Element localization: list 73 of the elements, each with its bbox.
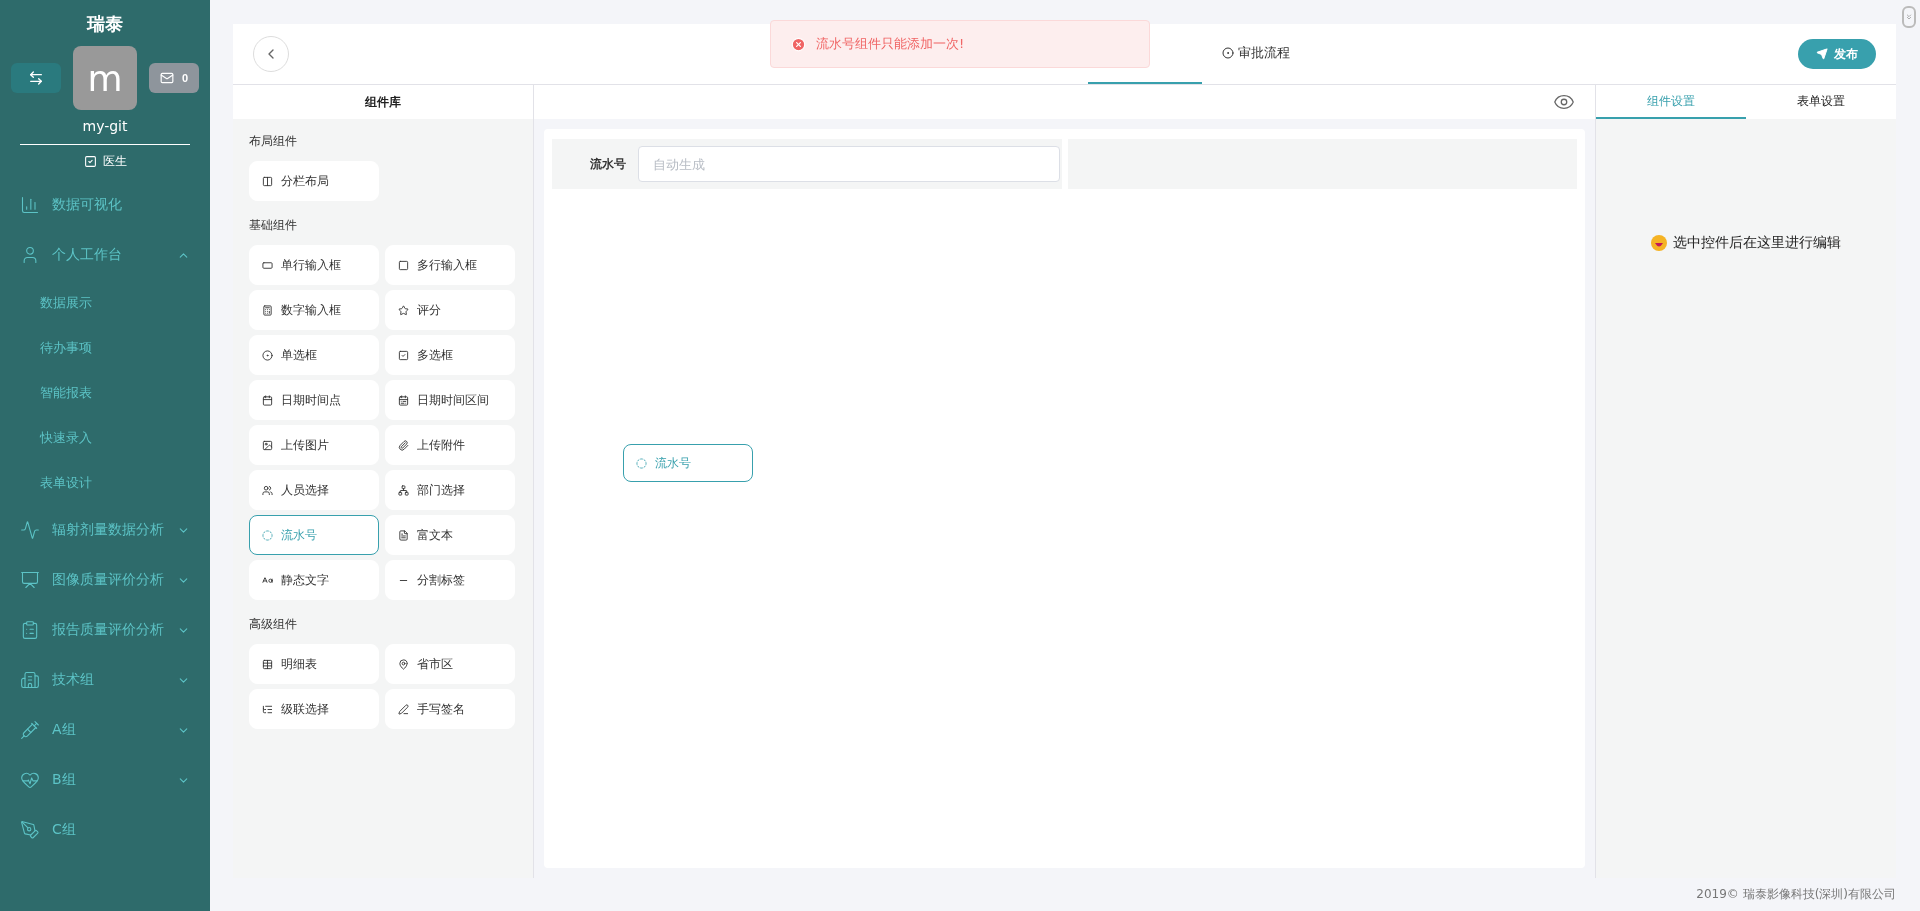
field-label: 流水号: [589, 155, 626, 173]
component-item[interactable]: 明细表: [249, 644, 379, 684]
menu-icon: [20, 620, 40, 640]
menu-icon: [20, 670, 40, 690]
component-icon: [262, 259, 273, 271]
component-icon: [398, 394, 409, 406]
component-item[interactable]: 数字输入框: [249, 290, 379, 330]
component-icon: [262, 349, 273, 361]
component-item[interactable]: 静态文字: [249, 560, 379, 600]
footer-text: 2019© 瑞泰影像科技(深圳)有限公司: [1695, 886, 1896, 903]
component-icon: [262, 304, 273, 316]
error-icon: [791, 36, 806, 52]
component-icon: [398, 703, 409, 715]
component-item[interactable]: 多选框: [385, 335, 515, 375]
component-item[interactable]: 单行输入框: [249, 245, 379, 285]
component-item[interactable]: 单选框: [249, 335, 379, 375]
component-item[interactable]: 级联选择: [249, 689, 379, 729]
component-icon: [398, 259, 409, 271]
scroll-icon: [1905, 13, 1913, 21]
menu-icon: [20, 195, 40, 215]
username: my-git: [20, 118, 190, 145]
menu-icon: [20, 820, 40, 840]
component-icon: [398, 529, 409, 541]
component-item[interactable]: 省市区: [385, 644, 515, 684]
component-item[interactable]: 分栏布局: [249, 161, 379, 201]
input-field[interactable]: 自动生成: [638, 146, 1060, 182]
section-title: 高级组件: [249, 616, 298, 633]
menu-icon: [20, 520, 40, 540]
toast-message: 流水号组件只能添加一次!: [816, 35, 965, 53]
role-label: 医生: [102, 153, 127, 170]
brand-title: 瑞泰: [87, 12, 123, 36]
settings-tab[interactable]: 表单设置: [1746, 85, 1896, 119]
component-item[interactable]: 多行输入框: [385, 245, 515, 285]
component-icon: [398, 658, 409, 670]
component-item[interactable]: 人员选择: [249, 470, 379, 510]
emoji-icon: [1651, 235, 1667, 251]
component-item[interactable]: 手写签名: [385, 689, 515, 729]
component-item[interactable]: 日期时间点: [249, 380, 379, 420]
menu-icon: [20, 570, 40, 590]
switch-button[interactable]: [11, 63, 61, 93]
component-item[interactable]: 富文本: [385, 515, 515, 555]
avatar: m: [73, 46, 137, 110]
component-item[interactable]: 日期时间区间: [385, 380, 515, 420]
swap-icon: [28, 70, 44, 86]
section-title: 布局组件: [249, 133, 298, 150]
step-tab[interactable]: 审批流程: [1201, 24, 1310, 84]
component-icon: [262, 175, 273, 187]
component-icon: [262, 529, 273, 541]
component-item[interactable]: 上传附件: [385, 425, 515, 465]
component-icon: [262, 484, 273, 496]
panel-title: 组件库: [233, 85, 533, 119]
section-title: 基础组件: [249, 217, 298, 234]
mail-icon: [159, 71, 174, 85]
component-icon: [636, 457, 647, 469]
component-icon: [398, 349, 409, 361]
component-item[interactable]: 部门选择: [385, 470, 515, 510]
menu-icon: [20, 770, 40, 790]
role-icon: [83, 155, 97, 168]
component-icon: [262, 439, 273, 451]
component-icon: [398, 484, 409, 496]
component-item[interactable]: 分割标签: [385, 560, 515, 600]
component-icon: [262, 703, 273, 715]
menu-icon: [20, 720, 40, 740]
step-icon: [1221, 47, 1234, 59]
component-item[interactable]: 上传图片: [249, 425, 379, 465]
component-icon: [262, 574, 273, 586]
send-icon: [1816, 48, 1828, 60]
empty-hint: 选中控件后在这里进行编辑: [1673, 234, 1841, 252]
component-icon: [398, 304, 409, 316]
component-icon: [262, 394, 273, 406]
component-icon: [262, 658, 273, 670]
component-icon: [398, 439, 409, 451]
component-item[interactable]: 评分: [385, 290, 515, 330]
